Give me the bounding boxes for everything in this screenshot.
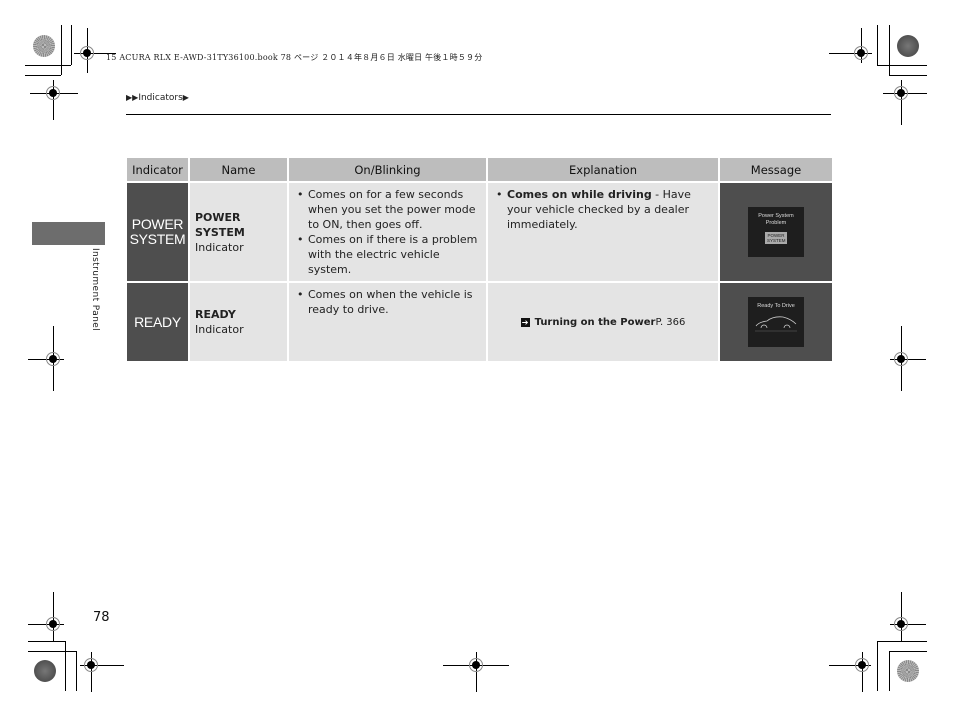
power-system-indicator-icon: POWER SYSTEM <box>127 183 188 281</box>
registration-mark-icon <box>894 86 908 100</box>
chapter-label: Instrument Panel <box>90 248 100 332</box>
crop-line <box>28 651 76 652</box>
column-header-explanation: Explanation <box>488 158 718 181</box>
list-item: Comes on for a few seconds when you set … <box>297 187 481 232</box>
crop-line <box>877 641 927 642</box>
list-item: Comes on while driving - Have your vehic… <box>496 187 713 232</box>
registration-mark-icon <box>46 617 60 631</box>
header-rule <box>126 114 831 115</box>
message-cell: Ready To Drive <box>720 283 832 361</box>
page-number: 78 <box>93 610 110 625</box>
crop-line <box>71 25 72 65</box>
color-disc-icon <box>33 35 55 57</box>
column-header-message: Message <box>720 158 832 181</box>
crop-line <box>76 651 77 691</box>
registration-mark-icon <box>855 658 869 672</box>
explanation-bold: Comes on while driving <box>507 188 652 201</box>
indicator-text: POWER <box>131 216 184 232</box>
crop-line <box>889 25 890 75</box>
breadcrumb-link-indicators[interactable]: Indicators <box>138 93 182 103</box>
ready-indicator-icon: READY <box>127 283 188 361</box>
crop-line <box>25 75 61 76</box>
on-blinking-cell: Comes on when the vehicle is ready to dr… <box>289 283 486 361</box>
registration-mark-icon <box>46 86 60 100</box>
breadcrumb: ▶▶Indicators▶ <box>126 93 189 103</box>
column-header-indicator: Indicator <box>127 158 188 181</box>
crop-line <box>61 25 62 75</box>
breadcrumb-arrows-icon: ▶▶ <box>126 93 139 102</box>
indicator-name-rest: Indicator <box>195 240 244 254</box>
explanation-cell: Comes on while driving - Have your vehic… <box>488 183 718 281</box>
registration-mark-icon <box>894 352 908 366</box>
message-cell: Power System Problem POWER SYSTEM <box>720 183 832 281</box>
column-header-name: Name <box>190 158 287 181</box>
ready-to-drive-message-screen: Ready To Drive <box>748 297 804 347</box>
indicator-table: Indicator Name On/Blinking Explanation M… <box>125 156 834 363</box>
registration-mark-icon <box>854 46 868 60</box>
indicator-name: READY Indicator <box>190 283 287 361</box>
color-disc-icon <box>897 35 919 57</box>
message-title: Ready To Drive <box>757 303 795 309</box>
table-row: READY READY Indicator Comes on when the … <box>127 283 832 361</box>
table-row: POWERSYSTEM POWER SYSTEM Indicator Comes… <box>127 183 832 281</box>
breadcrumb-arrow-icon: ▶ <box>182 93 189 102</box>
registration-mark-icon <box>84 658 98 672</box>
crop-line <box>25 65 71 66</box>
xref-page: P. 366 <box>655 316 686 328</box>
power-system-message-screen: Power System Problem POWER SYSTEM <box>748 207 804 257</box>
crop-line <box>889 651 927 652</box>
indicator-name-bold: POWER SYSTEM <box>195 210 245 239</box>
table-header-row: Indicator Name On/Blinking Explanation M… <box>127 158 832 181</box>
indicator-text: READY <box>134 313 181 330</box>
registration-mark-icon <box>469 658 483 672</box>
message-title: Power System Problem <box>758 213 794 226</box>
car-silhouette-icon <box>755 316 797 332</box>
print-metadata: 15 ACURA RLX E-AWD-31TY36100.book 78 ページ… <box>106 53 483 62</box>
crop-line <box>877 641 878 691</box>
indicator-name-bold: READY <box>195 308 236 321</box>
power-system-badge-icon: POWER SYSTEM <box>765 232 787 244</box>
registration-mark-icon <box>80 46 94 60</box>
indicator-name: POWER SYSTEM Indicator <box>190 183 287 281</box>
color-disc-icon <box>34 660 56 682</box>
crop-line <box>65 641 66 691</box>
indicator-name-rest: Indicator <box>195 323 244 336</box>
crop-line <box>28 641 66 642</box>
registration-mark-icon <box>894 617 908 631</box>
column-header-on-blinking: On/Blinking <box>289 158 486 181</box>
explanation-cell: ➔ Turning on the Power P. 366 <box>488 283 718 361</box>
crop-line <box>877 65 927 66</box>
arrow-right-box-icon: ➔ <box>520 317 530 327</box>
crop-line <box>877 25 878 65</box>
on-blinking-cell: Comes on for a few seconds when you set … <box>289 183 486 281</box>
cross-reference-link[interactable]: ➔ Turning on the Power P. 366 <box>493 315 713 330</box>
color-disc-icon <box>897 660 919 682</box>
chapter-tab[interactable] <box>32 222 105 245</box>
crop-line <box>889 75 927 76</box>
list-item: Comes on if there is a problem with the … <box>297 232 481 277</box>
crop-line <box>889 651 890 691</box>
list-item: Comes on when the vehicle is ready to dr… <box>297 287 481 317</box>
indicator-text: SYSTEM <box>129 231 186 247</box>
xref-title: Turning on the Power <box>534 316 656 328</box>
registration-mark-icon <box>46 352 60 366</box>
